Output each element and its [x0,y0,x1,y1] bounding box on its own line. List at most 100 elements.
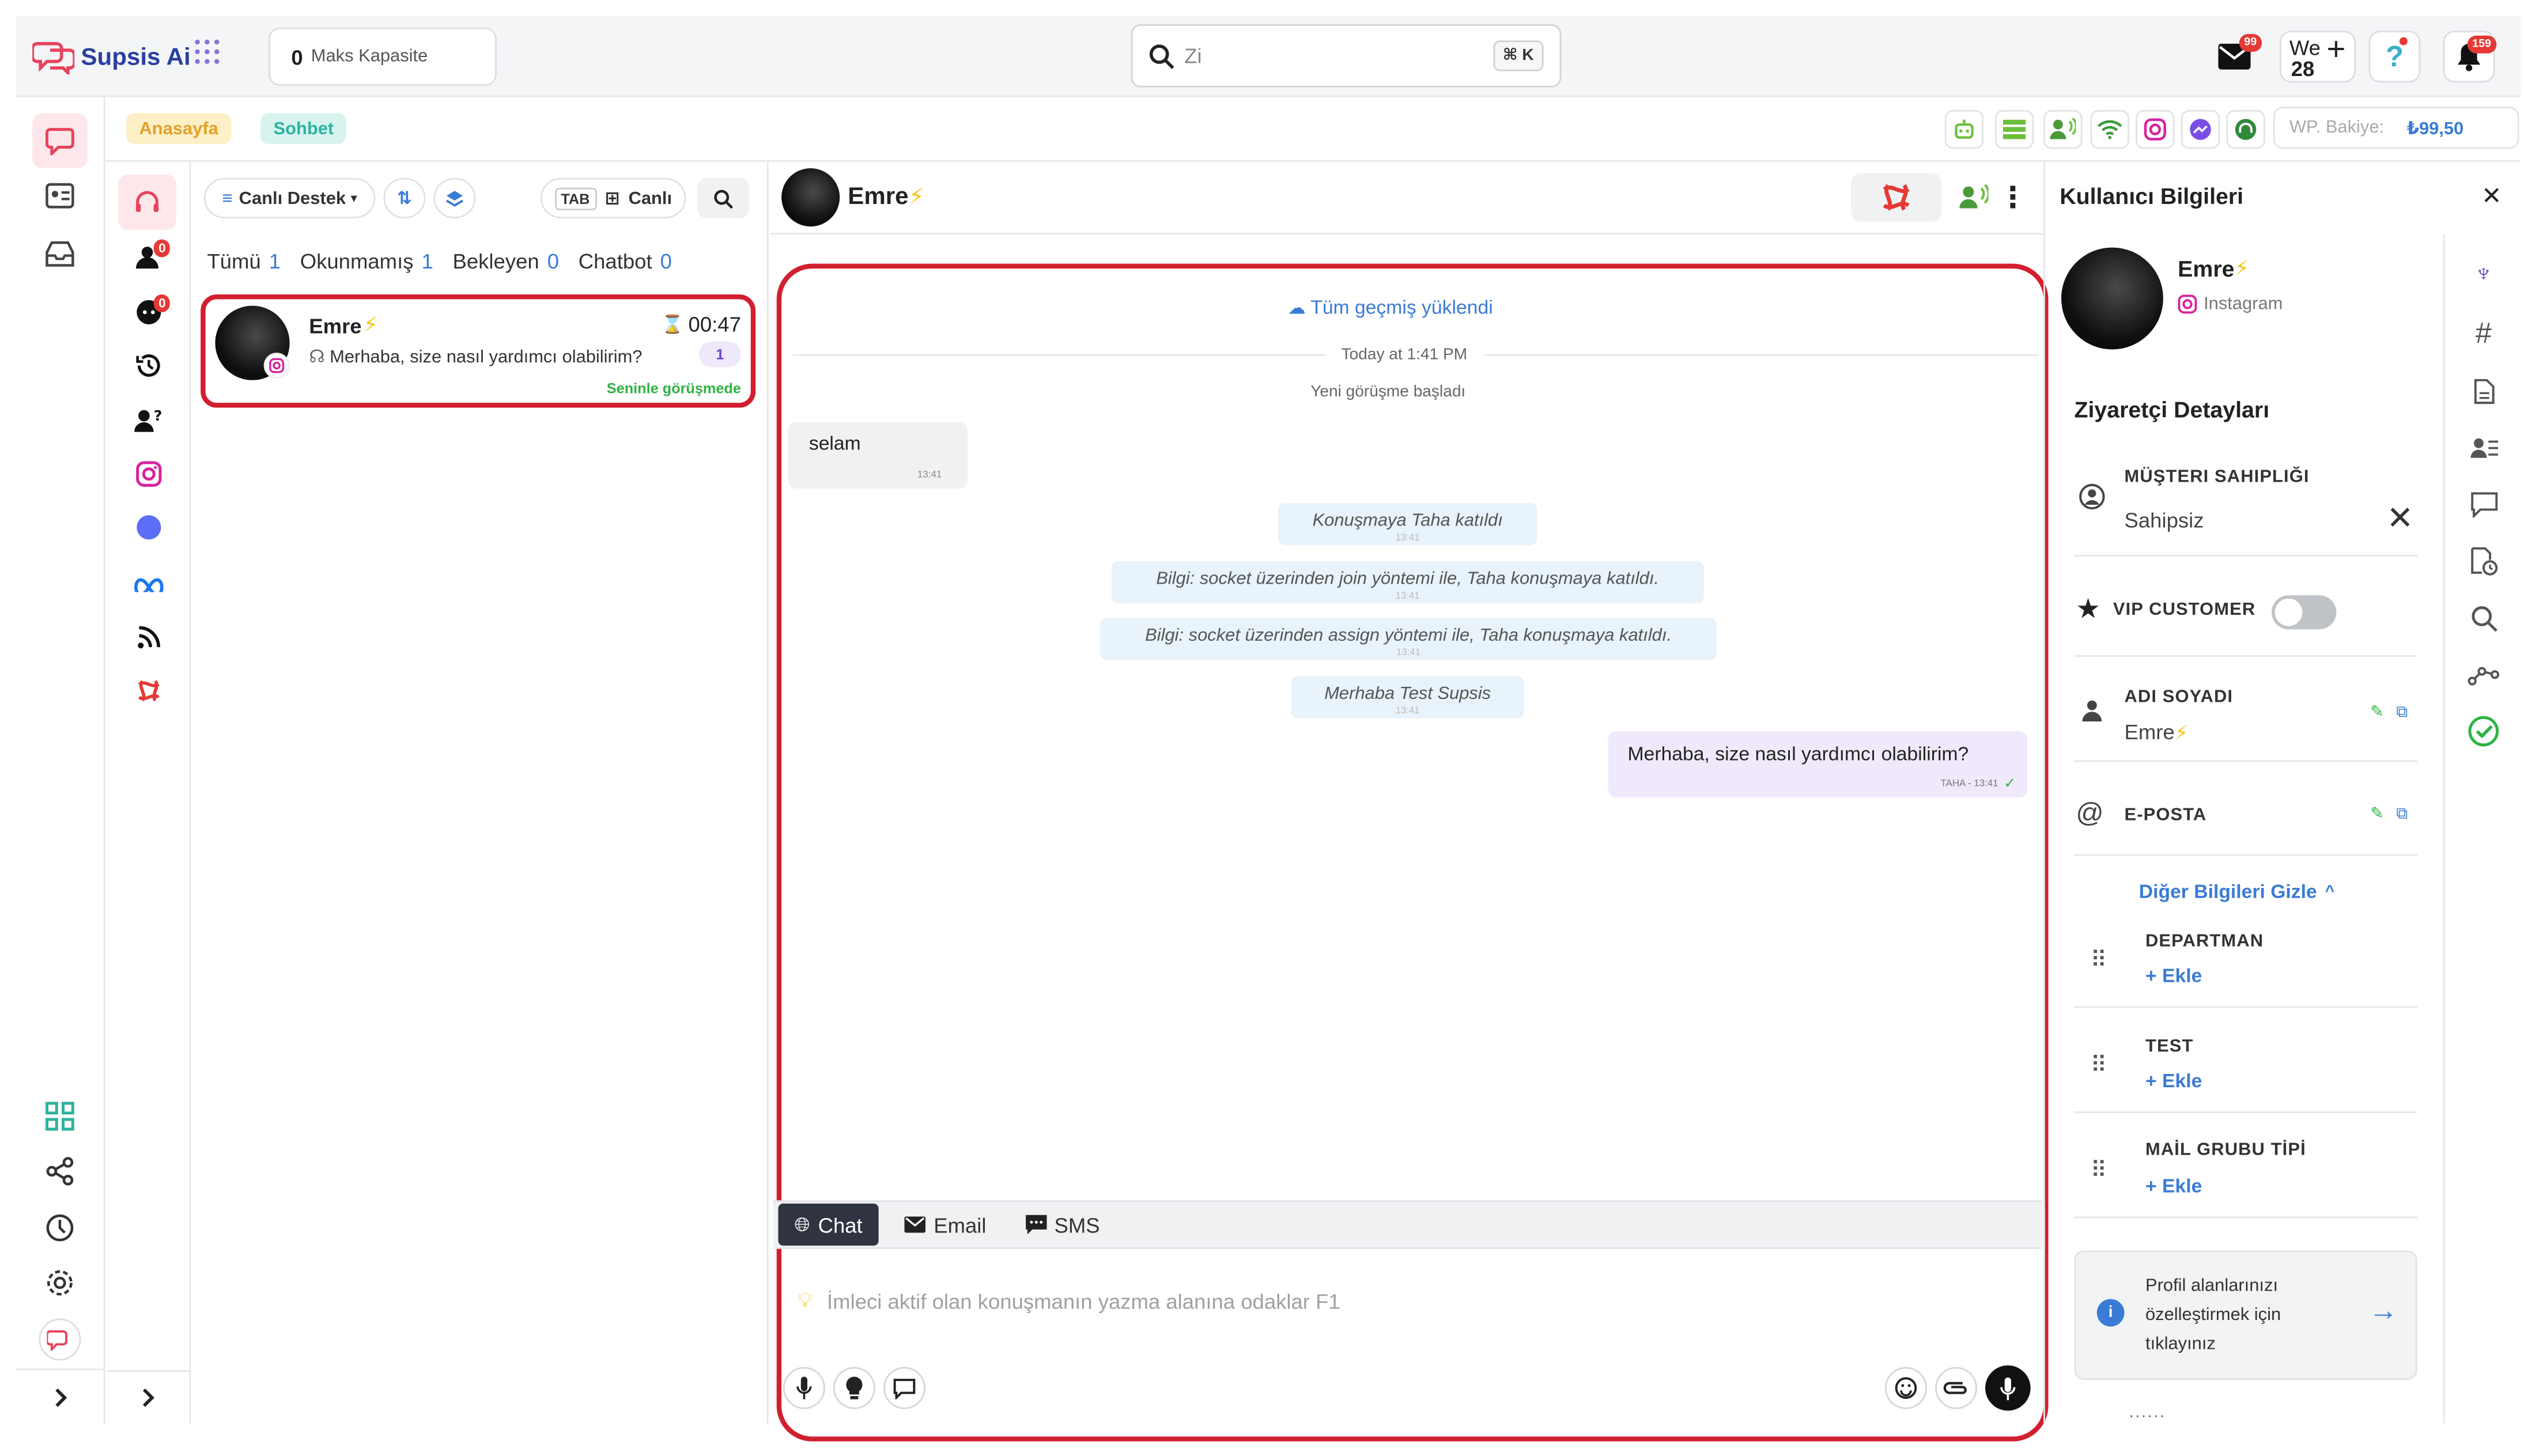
sub-rail-expand-button[interactable] [107,1370,191,1424]
add-field-button[interactable]: + Ekle [2145,1069,2202,1092]
chat-header: Emre ⚡ ⋮ [770,162,2044,235]
bot-button[interactable] [1944,109,1984,149]
calendar-add-button[interactable]: We 28 + [2280,31,2356,83]
edit-icon[interactable]: ✎ [2370,704,2384,721]
filter-tab-unread[interactable]: Okunmamış 1 [300,249,433,273]
filter-instagram[interactable] [128,455,170,493]
chat-bubble-icon [45,128,74,156]
filter-waiting[interactable]: ? [128,401,170,440]
clear-ownership-icon[interactable]: ✕ [2386,498,2413,539]
close-panel-button[interactable]: ✕ [2476,180,2508,212]
list-button[interactable] [1994,109,2034,149]
filter-tab-waiting[interactable]: Bekleyen 0 [453,249,560,273]
layers-button[interactable] [433,177,476,219]
field-label: MAİL GRUBU TİPİ [2145,1140,2306,1160]
filter-meta[interactable] [128,563,170,602]
app-logo[interactable]: Supsis Ai [32,36,191,78]
conversation-timer: ⌛ 00:47 [662,312,741,336]
rail-chat[interactable] [32,113,88,169]
rail-reports[interactable] [39,1207,81,1249]
drag-handle-icon[interactable]: ⠿ [2091,1052,2107,1079]
filter-bot[interactable]: 0 [128,294,171,330]
breadcrumb-chat[interactable]: Sohbet [260,113,347,144]
wallet-balance[interactable]: WP. Bakiye: ₺99,50 [2273,107,2519,149]
more-dots: ...... [2129,1404,2166,1422]
journey-tool[interactable] [2462,657,2504,695]
tab-email[interactable]: Email [889,1204,1003,1246]
tags-tool[interactable]: # [2462,314,2504,353]
filter-integration[interactable] [128,671,170,710]
rail-expand-button[interactable] [16,1368,105,1423]
ownership-value[interactable]: Sahipsiz [2125,508,2204,532]
rail-settings[interactable] [39,1262,81,1304]
live-mode-toggle[interactable]: TAB ⊞ Canlı [540,177,686,219]
attachment-button[interactable] [1935,1367,1978,1409]
toggle-more-info[interactable]: Diğer Bilgileri Gizle ^ [2139,880,2334,902]
more-options-button[interactable]: ⋮ [1998,178,2028,217]
voice-agent-button[interactable] [2043,109,2083,149]
search-input[interactable]: Zi ⌘ K [1131,24,1562,88]
history-tool[interactable] [2462,542,2504,581]
rail-contacts[interactable] [39,175,81,217]
wifi-button[interactable] [2090,109,2129,149]
conversation-search-button[interactable] [697,177,749,219]
help-button[interactable]: ? [2368,31,2421,83]
search-tool[interactable] [2462,599,2504,637]
rail-inbox[interactable] [39,233,81,275]
apps-grid-icon[interactable] [194,39,220,65]
capacity-indicator[interactable]: 0 Maks Kapasite [269,27,497,86]
lightning-icon: ⚡ [2234,255,2250,280]
system-message: Konuşmaya Taha katıldı 13:41 [1278,503,1537,546]
ai-suggest-button[interactable] [833,1367,875,1409]
vip-toggle[interactable] [2272,595,2337,630]
microphone-icon [2000,1376,2016,1400]
headset-button[interactable] [2226,109,2265,149]
conversation-item[interactable]: Emre ⚡ ⌛ 00:47 ☊ Merhaba, size nasıl yar… [201,294,756,408]
filter-tab-all[interactable]: Tümü 1 [207,249,281,273]
resolve-tool[interactable] [2462,710,2504,752]
filter-assigned[interactable]: 0 [128,239,171,275]
add-field-button[interactable]: + Ekle [2145,964,2202,986]
live-mode-label: Canlı [628,188,672,208]
tab-chat[interactable]: 🌐︎ Chat [778,1203,879,1246]
notifications-button[interactable]: 159 [2443,31,2496,83]
filter-tab-chatbot[interactable]: Chatbot 0 [579,249,672,273]
notes-tool[interactable] [2462,372,2504,411]
filter-rss[interactable] [128,618,170,657]
messages-tool[interactable] [2462,485,2504,524]
message-input[interactable]: 💡︎ İmleci aktif olan konuşmanın yazma al… [798,1286,2027,1315]
filter-live-support[interactable] [118,175,177,230]
tab-sms[interactable]: SMS [1009,1204,1116,1246]
customize-profile-card[interactable]: i Profil alanlarınızı özelleştirmek için… [2074,1250,2417,1380]
visitor-details-title: Ziyaretçi Detayları [2074,396,2270,422]
voice-message-button[interactable] [783,1367,825,1409]
user-channel: Instagram [2178,294,2283,314]
rail-dashboard[interactable] [39,1095,81,1137]
sort-button[interactable]: ⇅ [383,177,426,219]
edit-icon[interactable]: ✎ [2370,805,2384,823]
filter-messenger[interactable] [128,508,170,547]
instagram-button[interactable] [2136,109,2175,149]
record-button[interactable] [1985,1365,2031,1411]
breadcrumb-home[interactable]: Anasayfa [126,113,232,144]
emoji-button[interactable] [1884,1367,1927,1409]
drag-handle-icon[interactable]: ⠿ [2091,947,2107,974]
department-selector[interactable]: ≡ Canlı Destek ▾ [203,177,376,219]
copy-icon[interactable]: ⧉ [2396,805,2408,823]
workspace-avatar[interactable] [39,1318,81,1361]
drag-handle-icon[interactable]: ⠿ [2091,1157,2107,1185]
integration-button[interactable] [1851,173,1942,222]
gear-icon [47,1270,73,1296]
messenger-button[interactable] [2181,109,2220,149]
rail-share[interactable] [39,1150,81,1192]
id-card-icon [46,183,74,209]
chat-contact-avatar[interactable] [781,168,840,227]
user-info-tool[interactable]: ♆ [2462,256,2504,294]
filter-history[interactable] [128,346,170,385]
mail-button[interactable]: 99 [2213,33,2262,78]
voice-agent-button[interactable] [1953,178,1995,217]
contact-list-tool[interactable] [2462,429,2504,467]
add-field-button[interactable]: + Ekle [2145,1174,2202,1197]
copy-icon[interactable]: ⧉ [2396,704,2408,721]
canned-response-button[interactable] [883,1367,926,1409]
